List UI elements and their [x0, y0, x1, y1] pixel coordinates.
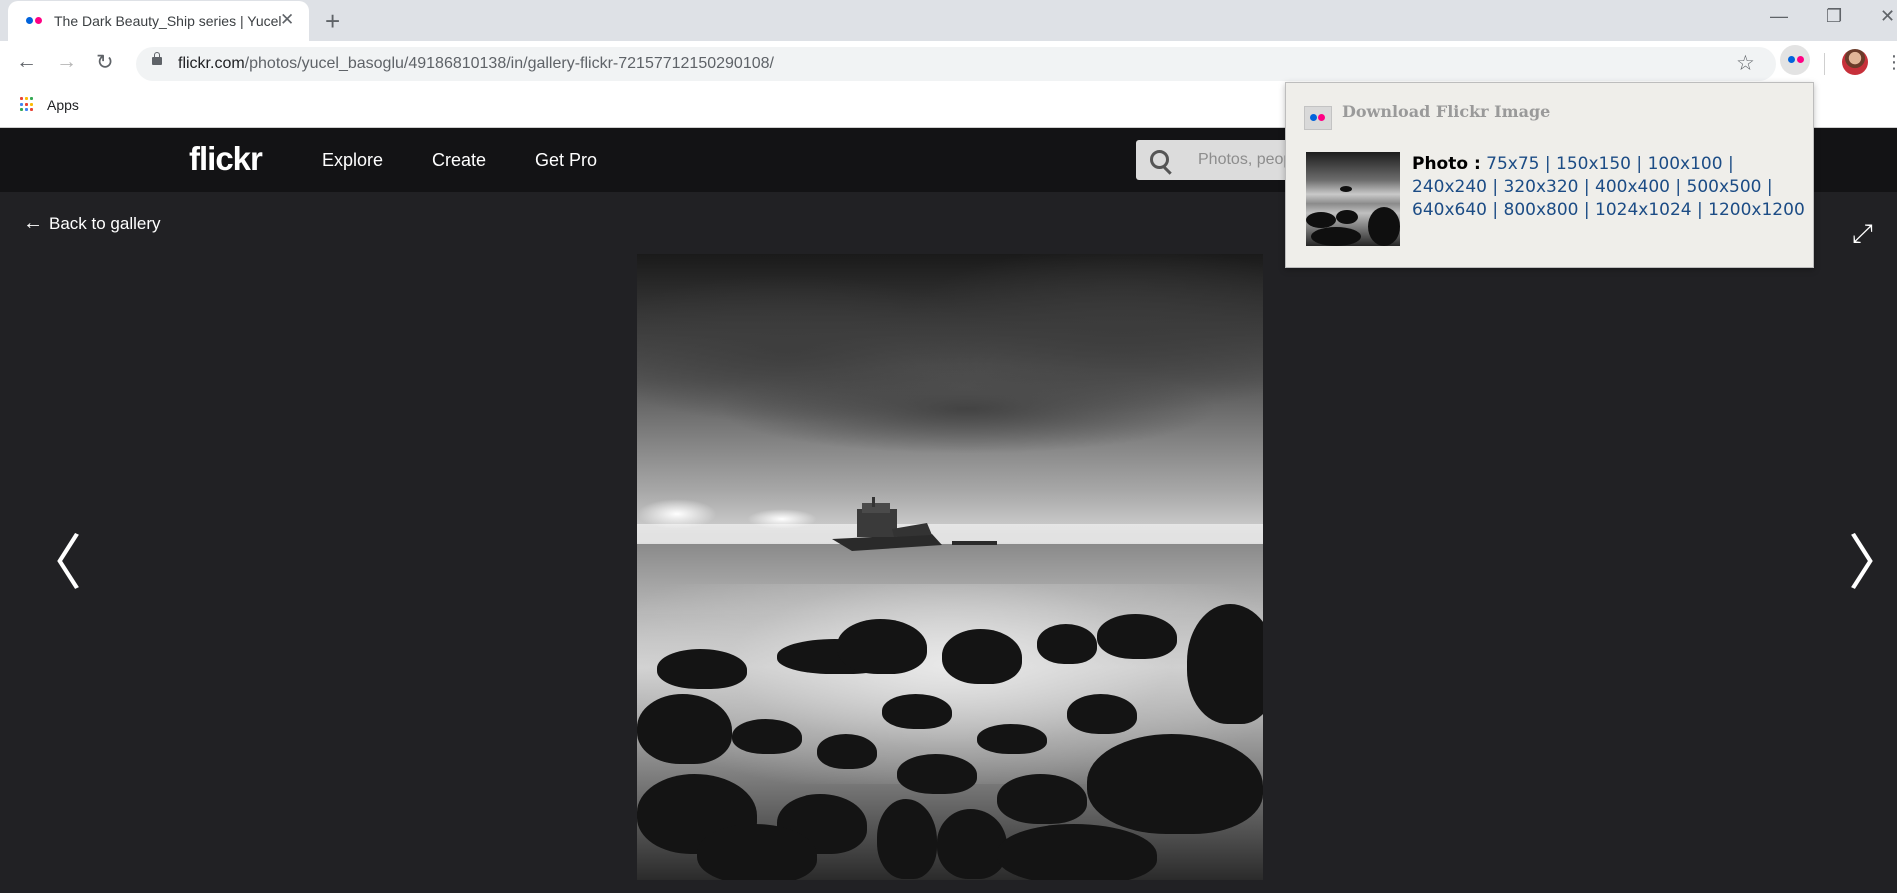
photo-thumbnail — [1306, 152, 1400, 246]
close-tab-icon[interactable]: ✕ — [280, 10, 294, 30]
nav-get-pro[interactable]: Get Pro — [535, 150, 597, 171]
lock-icon[interactable] — [152, 52, 162, 65]
nav-create[interactable]: Create — [432, 150, 486, 171]
size-link-1200x1200[interactable]: 1200x1200 — [1708, 200, 1805, 220]
size-link-1024x1024[interactable]: 1024x1024 — [1595, 200, 1692, 220]
tab-title: The Dark Beauty_Ship series | Yucel Baso… — [54, 13, 282, 29]
search-icon[interactable] — [1150, 150, 1169, 169]
flickr-favicon-icon — [26, 17, 44, 25]
nav-explore[interactable]: Explore — [322, 150, 383, 171]
flickr-extension-icon[interactable] — [1780, 45, 1810, 75]
size-link-640x640[interactable]: 640x640 — [1412, 200, 1487, 220]
url-text[interactable]: flickr.com/photos/yucel_basoglu/49186810… — [178, 55, 774, 73]
toolbar-divider — [1824, 53, 1825, 75]
restore-icon[interactable]: ❐ — [1826, 6, 1842, 27]
previous-photo-icon[interactable]: 〈 — [22, 515, 82, 602]
flickr-favicon-icon — [1304, 106, 1332, 130]
back-to-gallery-link[interactable]: ← Back to gallery — [23, 212, 161, 235]
download-flickr-image-popup: Download Flickr Image Photo : 75x75 | 15… — [1285, 82, 1814, 268]
browser-toolbar: ← → ↻ flickr.com/photos/yucel_basoglu/49… — [0, 41, 1897, 87]
size-link-150x150[interactable]: 150x150 — [1556, 154, 1631, 174]
profile-avatar[interactable] — [1842, 49, 1868, 75]
size-link-500x500[interactable]: 500x500 — [1687, 177, 1762, 197]
reload-icon[interactable]: ↻ — [96, 50, 114, 75]
back-to-gallery-label: Back to gallery — [49, 214, 161, 233]
size-link-240x240[interactable]: 240x240 — [1412, 177, 1487, 197]
fullscreen-icon[interactable]: ⤢ — [1852, 218, 1873, 250]
new-tab-button[interactable]: + — [325, 6, 340, 37]
main-photo[interactable] — [637, 254, 1263, 880]
forward-arrow-icon[interactable]: → — [56, 50, 77, 74]
size-link-75x75[interactable]: 75x75 — [1486, 154, 1539, 174]
back-arrow-icon[interactable]: ← — [16, 50, 37, 74]
flickr-logo[interactable]: flickr — [189, 140, 263, 178]
size-link-100x100[interactable]: 100x100 — [1648, 154, 1723, 174]
back-arrow-icon: ← — [23, 212, 43, 234]
close-window-icon[interactable]: ✕ — [1880, 6, 1895, 27]
photo-label: Photo : — [1412, 154, 1481, 174]
address-bar[interactable]: flickr.com/photos/yucel_basoglu/49186810… — [136, 47, 1776, 81]
star-icon[interactable]: ☆ — [1736, 51, 1755, 76]
browser-tab[interactable]: The Dark Beauty_Ship series | Yucel Baso… — [8, 1, 309, 41]
size-links: Photo : 75x75 | 150x150 | 100x100 | 240x… — [1412, 154, 1805, 220]
ship-illustration — [832, 497, 997, 551]
menu-icon[interactable]: ⋮ — [1885, 52, 1897, 73]
apps-icon[interactable] — [20, 97, 35, 112]
size-link-800x800[interactable]: 800x800 — [1504, 200, 1579, 220]
popup-title: Download Flickr Image — [1342, 102, 1551, 121]
size-link-400x400[interactable]: 400x400 — [1595, 177, 1670, 197]
tab-strip: The Dark Beauty_Ship series | Yucel Baso… — [0, 0, 1897, 41]
bookmark-apps[interactable]: Apps — [47, 97, 79, 113]
minimize-icon[interactable]: — — [1770, 6, 1788, 27]
next-photo-icon[interactable]: 〉 — [1848, 515, 1897, 602]
size-link-320x320[interactable]: 320x320 — [1504, 177, 1579, 197]
